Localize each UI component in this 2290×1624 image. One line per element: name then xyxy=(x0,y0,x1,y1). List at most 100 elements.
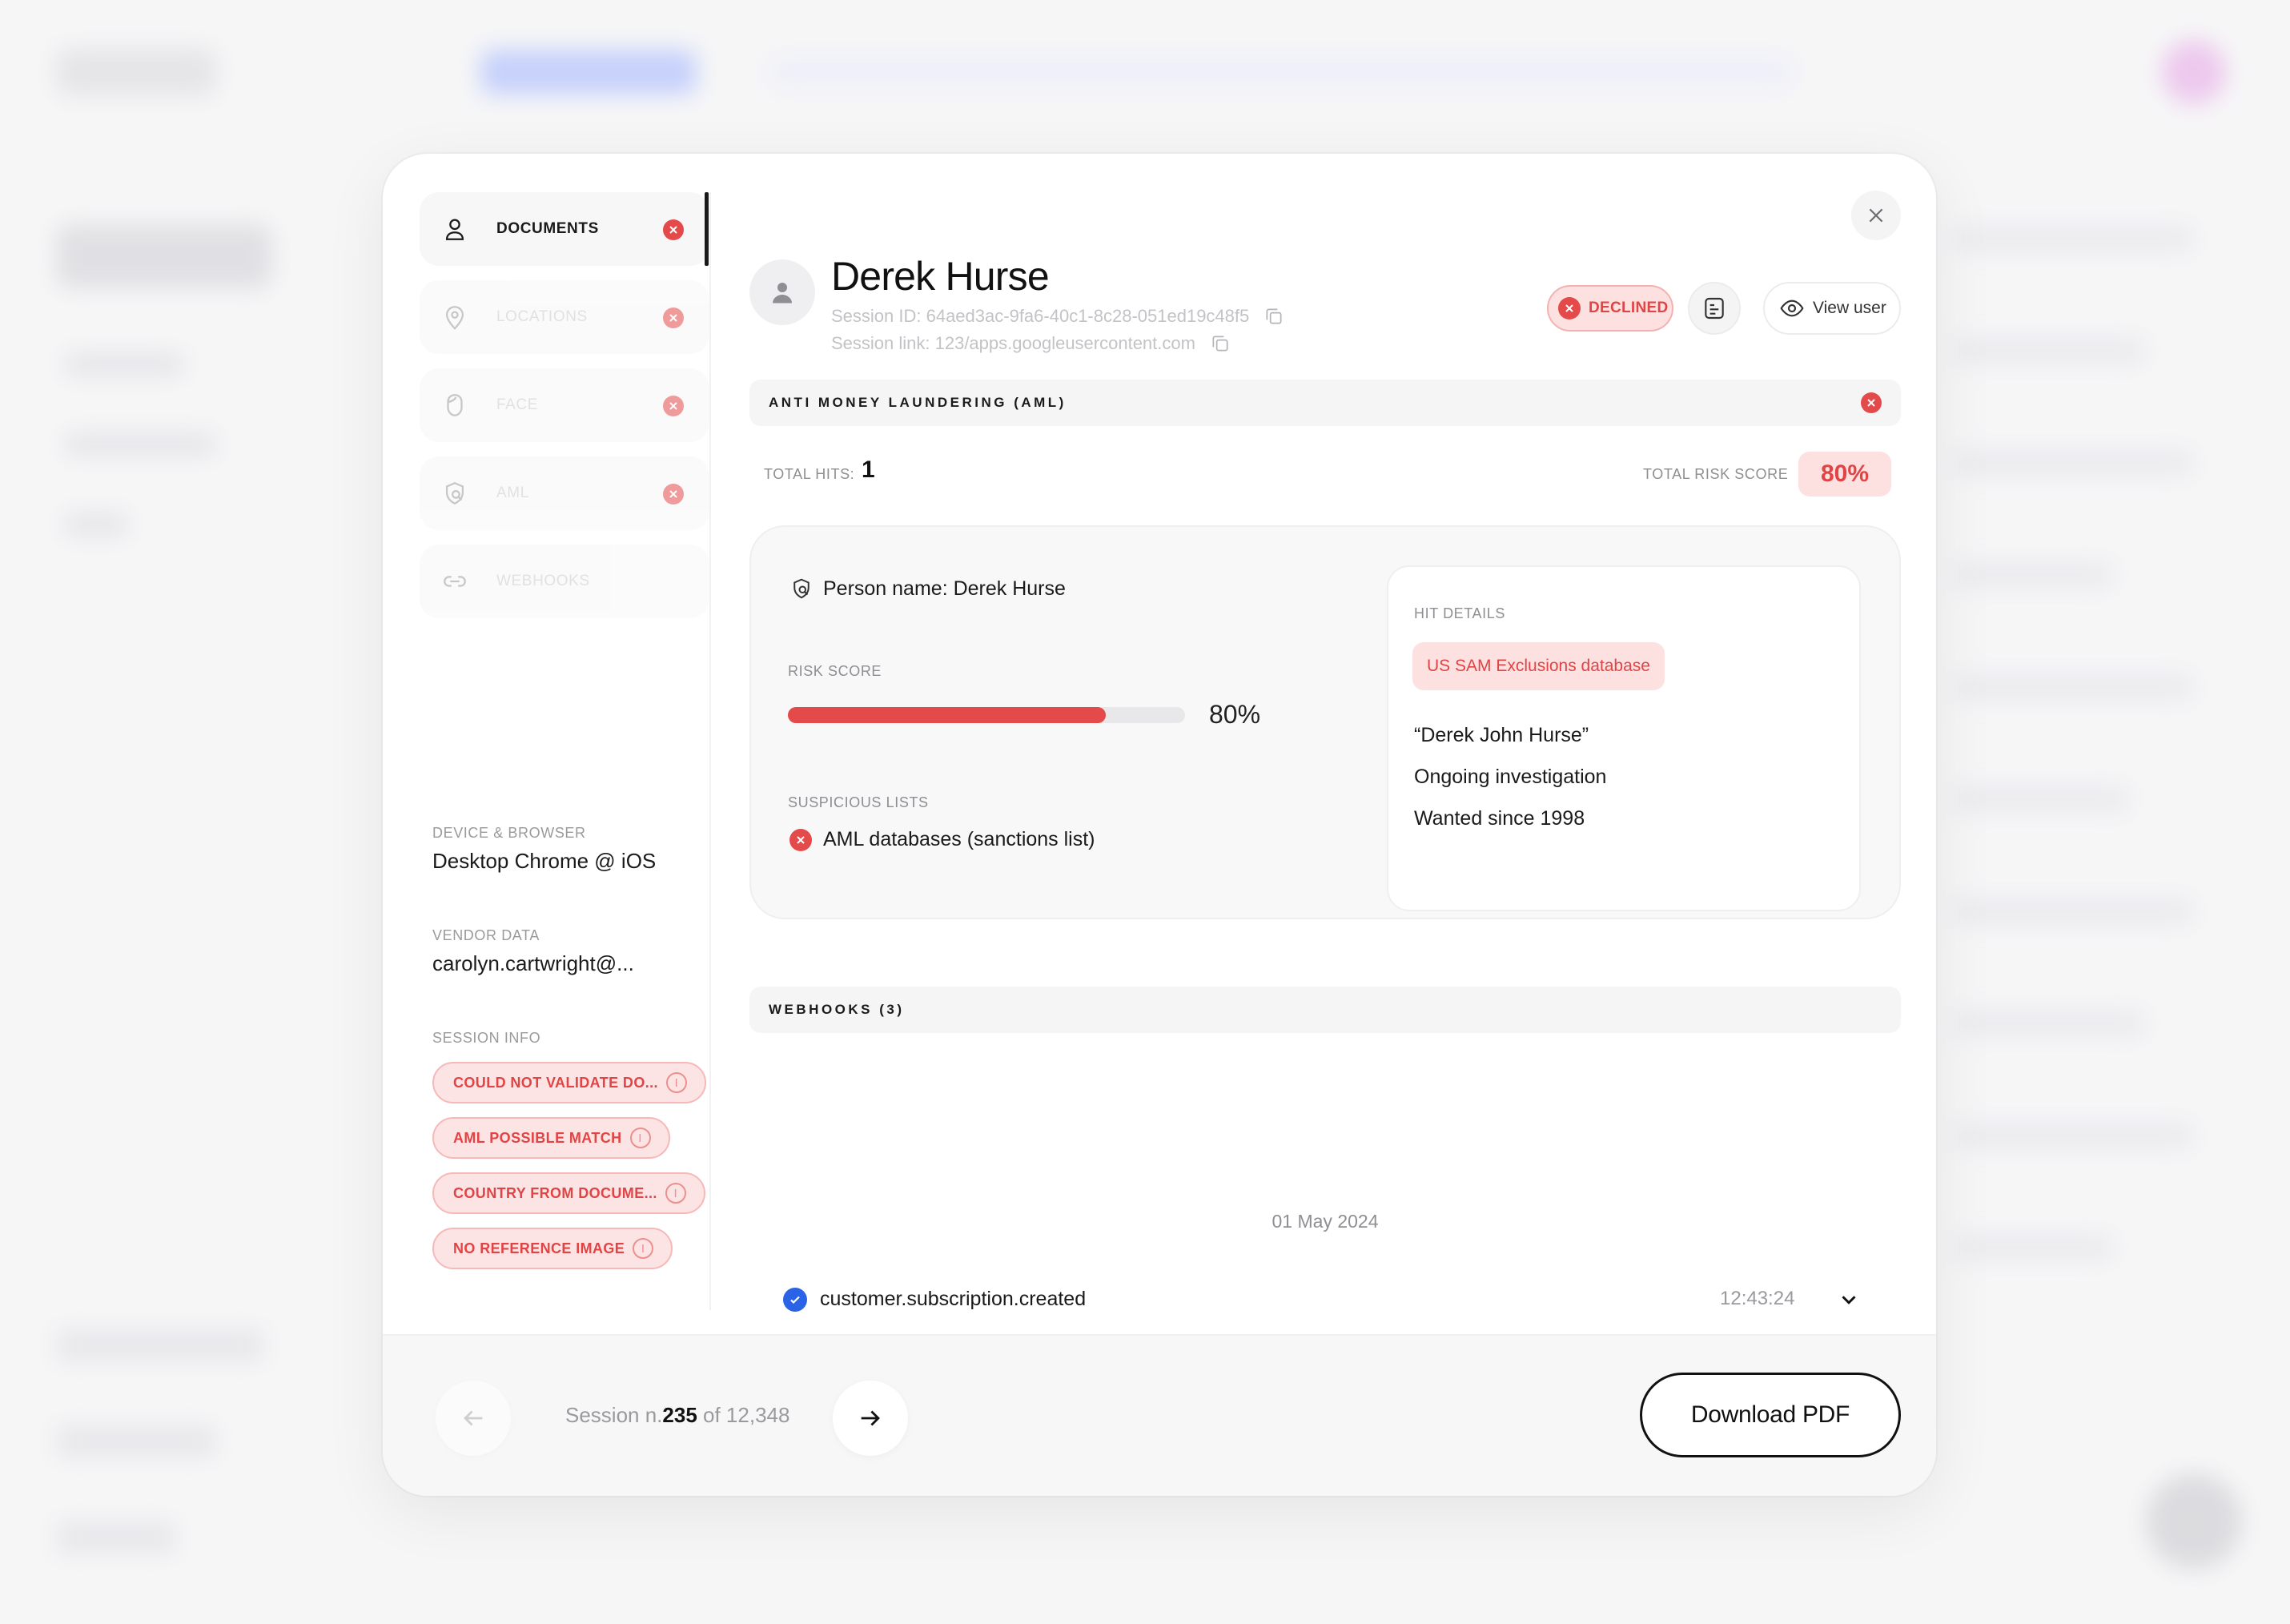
bg-help-button xyxy=(2146,1473,2242,1570)
pager-prefix: Session n. xyxy=(565,1403,663,1427)
avatar xyxy=(749,259,815,325)
next-session-button[interactable] xyxy=(833,1381,908,1456)
bg-column xyxy=(1954,336,2146,365)
chevron-down-icon[interactable] xyxy=(1837,1288,1861,1312)
session-pager: Session n.235 of 12,348 xyxy=(565,1403,789,1428)
bg-column xyxy=(1954,448,2194,477)
active-indicator xyxy=(705,192,709,266)
close-button[interactable] xyxy=(1851,191,1901,240)
device-value: Desktop Chrome @ iOS xyxy=(432,849,657,873)
check-icon xyxy=(783,1288,807,1312)
session-info-chip[interactable]: AML possible match i xyxy=(432,1117,670,1159)
session-info-chip[interactable]: Could not validate do... i xyxy=(432,1062,706,1103)
risk-score-value: 80% xyxy=(1209,700,1261,729)
aml-search-icon xyxy=(440,479,469,508)
location-pin-icon xyxy=(440,303,469,332)
close-icon xyxy=(1869,208,1883,223)
hit-details-label: Hit details xyxy=(1414,605,1505,621)
suspicious-lists-label: Suspicious lists xyxy=(788,794,929,810)
bg-sidebar-item xyxy=(64,432,216,456)
nav-item-webhooks[interactable]: Webhooks xyxy=(420,545,709,618)
user-icon xyxy=(440,215,469,243)
pager-current: 235 xyxy=(662,1403,697,1427)
session-info-chip[interactable]: Country from docume... i xyxy=(432,1172,705,1214)
face-icon xyxy=(440,391,469,420)
status-badge: DECLINED xyxy=(1547,285,1673,332)
bg-column xyxy=(1954,673,2194,701)
error-icon xyxy=(663,308,684,328)
person-name-text: Person name: Derek Hurse xyxy=(823,577,1066,600)
webhook-date: 01 May 2024 xyxy=(1272,1211,1379,1232)
bg-row xyxy=(56,1329,264,1361)
total-risk-label: Total risk score xyxy=(1643,466,1789,482)
error-icon xyxy=(663,396,684,416)
download-pdf-button[interactable]: Download PDF xyxy=(1640,1373,1901,1457)
user-avatar-icon xyxy=(773,283,792,303)
chip-label: Country from docume... xyxy=(453,1184,657,1201)
hit-details-card: Hit details US SAM Exclusions database “… xyxy=(1387,565,1861,911)
bg-column xyxy=(1954,224,2194,253)
copy-icon[interactable] xyxy=(1264,306,1284,327)
error-icon xyxy=(663,484,684,504)
bg-topbar-button xyxy=(480,50,697,94)
copy-icon[interactable] xyxy=(1210,333,1231,354)
nav-item-label: Webhooks xyxy=(496,573,590,589)
bg-column xyxy=(1954,897,2194,926)
link-icon xyxy=(440,567,469,596)
status-text: DECLINED xyxy=(1589,299,1669,316)
total-risk-badge: 80% xyxy=(1798,452,1891,496)
nav-item-locations[interactable]: Locations xyxy=(420,280,709,354)
nav-item-label: AML xyxy=(496,484,529,501)
device-label: Device & Browser xyxy=(432,825,586,841)
nav-item-label: Face xyxy=(496,396,539,413)
nav-item-face[interactable]: Face xyxy=(420,368,709,442)
chip-label: AML possible match xyxy=(453,1129,622,1146)
error-icon xyxy=(789,828,812,851)
session-modal: Documents Locations Face AML xyxy=(383,154,1936,1496)
risk-score-fill xyxy=(788,707,1106,723)
info-icon[interactable]: i xyxy=(633,1238,654,1259)
arrow-right-icon xyxy=(861,1410,880,1426)
risk-score-bar xyxy=(788,707,1185,723)
total-hits-value: 1 xyxy=(862,456,875,483)
webhooks-section-title: Webhooks (3) xyxy=(769,1002,905,1017)
bg-topbar xyxy=(769,56,1794,88)
bg-column xyxy=(1954,1233,2114,1262)
risk-score-label: Risk score xyxy=(788,663,882,679)
bg-row xyxy=(56,1521,176,1554)
session-id-text: Session ID: 64aed3ac-9fa6-40c1-8c28-051e… xyxy=(831,306,1250,326)
bg-sidebar-item xyxy=(64,352,184,376)
aml-section-header[interactable]: Anti Money Laundering (AML) xyxy=(749,380,1901,426)
session-info-chip[interactable]: No reference image i xyxy=(432,1228,673,1269)
aml-search-icon xyxy=(793,578,810,599)
nav-item-documents[interactable]: Documents xyxy=(420,192,709,266)
previous-session-button[interactable] xyxy=(436,1381,511,1456)
nav-item-aml[interactable]: AML xyxy=(420,456,709,530)
bg-column xyxy=(1954,1121,2194,1150)
aml-section-title: Anti Money Laundering (AML) xyxy=(769,395,1067,410)
nav-item-label: Locations xyxy=(496,308,588,325)
user-name: Derek Hurse xyxy=(831,254,1050,299)
declined-icon xyxy=(1558,297,1581,320)
bg-column xyxy=(1954,1009,2146,1038)
bg-sidebar-header xyxy=(56,224,272,288)
document-button[interactable] xyxy=(1688,282,1741,335)
info-icon[interactable]: i xyxy=(665,1072,687,1093)
bg-column xyxy=(1954,785,2130,814)
eye-icon xyxy=(1780,299,1804,317)
vendor-label: Vendor data xyxy=(432,927,540,943)
bg-sidebar-item xyxy=(64,513,128,537)
info-icon[interactable]: i xyxy=(629,1128,651,1148)
session-nav: Documents Locations Face AML xyxy=(420,192,709,633)
view-user-label: View user xyxy=(1813,299,1886,317)
view-user-button[interactable]: View user xyxy=(1763,282,1901,335)
bg-row xyxy=(56,1425,216,1457)
info-icon[interactable]: i xyxy=(665,1183,686,1204)
vendor-value: carolyn.cartwright@... xyxy=(432,951,634,975)
hit-detail-line: “Derek John Hurse” xyxy=(1414,724,1589,746)
nav-divider xyxy=(709,192,711,1310)
session-link: Session link: 123/apps.googleusercontent… xyxy=(831,333,1231,354)
webhook-time: 12:43:24 xyxy=(1720,1288,1795,1309)
hit-database-badge: US SAM Exclusions database xyxy=(1412,642,1665,690)
webhooks-section-header[interactable]: Webhooks (3) xyxy=(749,987,1901,1033)
